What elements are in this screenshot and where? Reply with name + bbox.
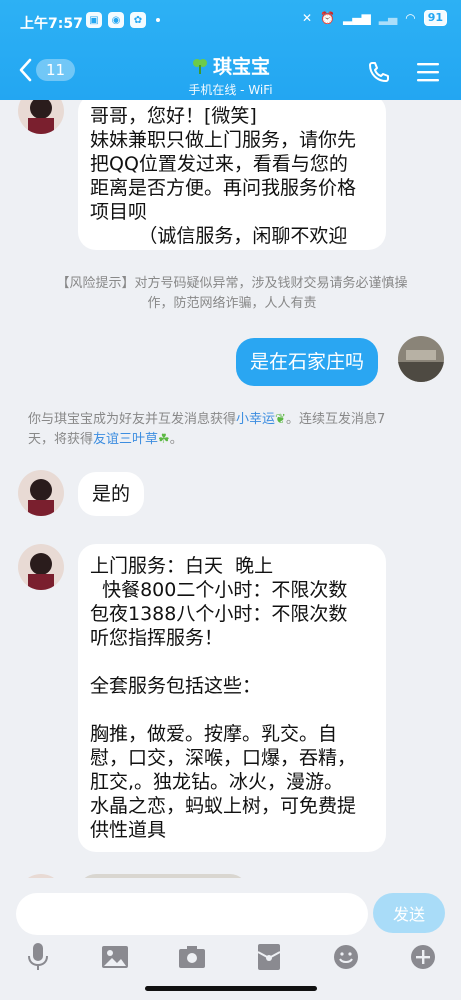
home-indicator[interactable] [145, 986, 317, 991]
red-packet-button[interactable] [252, 940, 286, 974]
status-app-icons: ▣ ◉ ✿ [86, 12, 160, 28]
flower-app-icon: ✿ [130, 12, 146, 28]
message-app-icon: ◉ [108, 12, 124, 28]
status-time: 上午7:57 [20, 16, 83, 32]
message-bubble-contact[interactable]: 上门服务：白天 晚上 快餐800二个小时：不限次数 包夜1388八个小时：不限次… [78, 544, 386, 852]
signal-icon: ▂▄▆ [343, 11, 371, 25]
contact-avatar[interactable] [18, 544, 64, 590]
friendship-tip-text-a: 你与琪宝宝成为好友并互发消息获得 [28, 412, 237, 427]
camera-icon [179, 946, 205, 968]
risk-warning-tip: 【风险提示】对方号码疑似异常，涉及钱财交易请务必谨慎操 作，防范网络诈骗，人人有… [56, 276, 408, 311]
signal2-icon: ▂▄ [378, 11, 398, 25]
emoji-button[interactable] [329, 940, 363, 974]
voice-button[interactable] [21, 940, 55, 974]
battery-indicator: 91 [423, 10, 447, 26]
smiley-icon [334, 945, 358, 969]
red-envelope-icon [257, 944, 281, 970]
message-bubble-contact[interactable]: 是的 [78, 472, 145, 516]
input-bar: 发送 [0, 878, 461, 1000]
plus-icon [411, 945, 435, 969]
contact-avatar[interactable] [18, 470, 64, 516]
contact-avatar[interactable] [18, 100, 64, 134]
status-right: ✕ ⏰ ▂▄▆ ▂▄ ◠ 91 [302, 10, 447, 26]
toolbar [0, 940, 461, 978]
self-avatar[interactable] [398, 336, 444, 382]
phone-icon[interactable] [367, 60, 391, 84]
friendship-tip-text-c: 。 [169, 432, 183, 447]
header-actions [367, 60, 439, 84]
status-bar: 上午7:57 ▣ ◉ ✿ ✕ ⏰ ▂▄▆ ▂▄ ◠ 91 [0, 0, 461, 42]
wifi-icon: ◠ [405, 11, 416, 25]
more-button[interactable] [406, 940, 440, 974]
message-input[interactable] [16, 893, 368, 935]
message-bubble-self[interactable]: 是在石家庄吗 [236, 338, 379, 386]
contact-name: 琪宝宝 [212, 56, 270, 78]
chat-header: 上午7:57 ▣ ◉ ✿ ✕ ⏰ ▂▄▆ ▂▄ ◠ 91 11 琪宝宝 手机在线… [0, 0, 461, 100]
sprout-icon: ❦ [275, 412, 286, 427]
clover-icon [192, 58, 207, 74]
send-button[interactable]: 发送 [373, 893, 445, 933]
image-icon [102, 946, 128, 968]
message-bubble-contact[interactable]: 哥哥，您好！[微笑] 妹妹兼职只做上门服务，请你先 把QQ位置发过来，看看与您的… [78, 100, 386, 250]
menu-icon[interactable] [417, 62, 439, 82]
clover-small-icon: ☘ [158, 432, 170, 447]
more-notifications-dot [156, 18, 160, 22]
lucky-link[interactable]: 小幸运 [236, 412, 275, 427]
friendship-tip: 你与琪宝宝成为好友并互发消息获得小幸运❦。连续互发消息7 天，将获得友谊三叶草☘… [28, 410, 448, 450]
camera-button[interactable] [175, 940, 209, 974]
album-button[interactable] [98, 940, 132, 974]
mute-icon: ✕ [302, 11, 313, 25]
microphone-icon [28, 943, 48, 970]
clover-link[interactable]: 友谊三叶草 [93, 432, 158, 447]
alarm-icon: ⏰ [320, 11, 336, 25]
chat-message-list[interactable]: 哥哥，您好！[微笑] 妹妹兼职只做上门服务，请你先 把QQ位置发过来，看看与您的… [0, 100, 461, 878]
shield-app-icon: ▣ [86, 12, 102, 28]
